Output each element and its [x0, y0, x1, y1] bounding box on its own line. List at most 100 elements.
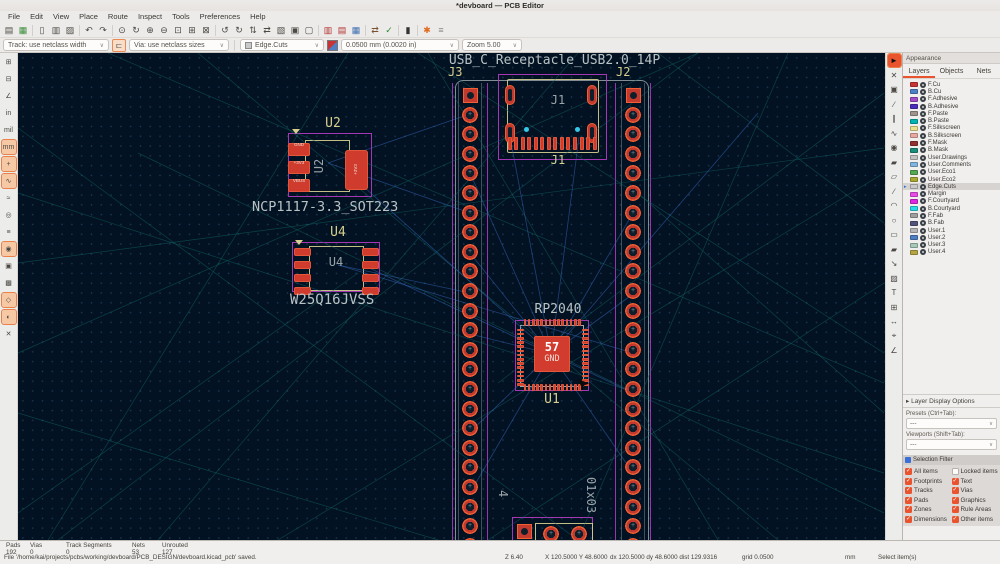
u1-pad[interactable]: [517, 350, 524, 353]
filter-tracks[interactable]: ✓Tracks: [905, 487, 952, 494]
layer-color-swatch[interactable]: [910, 162, 918, 167]
footprint-editor-button[interactable]: ▥: [322, 24, 335, 37]
layer-visibility-eye-icon[interactable]: [920, 162, 926, 168]
j2-pad[interactable]: [625, 303, 641, 319]
j3-pad[interactable]: [462, 440, 478, 456]
menu-help[interactable]: Help: [245, 11, 270, 23]
layer-row-f-cu[interactable]: F.Cu: [903, 81, 1000, 88]
layer-visibility-eye-icon[interactable]: [920, 213, 926, 219]
filter-vias[interactable]: ✓Vias: [952, 487, 999, 494]
u4-pad[interactable]: [362, 274, 379, 282]
checkbox-checked-icon[interactable]: ✓: [952, 516, 959, 523]
u1-pad[interactable]: [517, 337, 524, 340]
u2-pad-2[interactable]: +3V3: [288, 161, 310, 174]
u1-pad[interactable]: [532, 319, 535, 326]
j3-pad[interactable]: [462, 538, 478, 540]
tab-nets[interactable]: Nets: [968, 64, 1000, 78]
j3-pad[interactable]: [462, 479, 478, 495]
u1-pad[interactable]: [524, 319, 527, 326]
layer-visibility-eye-icon[interactable]: [920, 82, 926, 88]
zoom-in-button[interactable]: ⊕: [144, 24, 157, 37]
rule-area-tool-button[interactable]: ▱: [888, 170, 901, 183]
layer-row-user-4[interactable]: User.4: [903, 249, 1000, 256]
j2-pad[interactable]: [625, 381, 641, 397]
layer-row-b-fab[interactable]: B.Fab: [903, 220, 1000, 227]
u1-pad[interactable]: [582, 337, 589, 340]
j3-pad[interactable]: [462, 185, 478, 201]
j2-pad[interactable]: [625, 263, 641, 279]
track-width-select[interactable]: Track: use netclass width ∨: [3, 39, 109, 51]
layer-color-swatch[interactable]: [910, 192, 918, 197]
j2-pad[interactable]: [625, 224, 641, 240]
tab-objects[interactable]: Objects: [935, 64, 967, 78]
menu-preferences[interactable]: Preferences: [195, 11, 245, 23]
u4-pad[interactable]: [294, 261, 311, 269]
u1-pad[interactable]: [536, 384, 539, 391]
filter-other-items[interactable]: ✓Other items: [952, 516, 999, 523]
grid-settings-button[interactable]: ⊟: [2, 72, 16, 86]
u1-pad[interactable]: [578, 319, 581, 326]
j3-pad[interactable]: [462, 420, 478, 436]
j2-pad[interactable]: [625, 146, 641, 162]
j3-pad[interactable]: [462, 361, 478, 377]
layer-visibility-eye-icon[interactable]: [920, 140, 926, 146]
circle-tool-button[interactable]: ○: [888, 214, 901, 227]
u1-pad[interactable]: [545, 319, 548, 326]
checkbox-checked-icon[interactable]: ✓: [952, 506, 959, 513]
show-ratsnest-button[interactable]: ∿: [2, 174, 16, 188]
layer-color-swatch[interactable]: [910, 228, 918, 233]
layer-visibility-eye-icon[interactable]: [920, 184, 926, 190]
select-tool-button[interactable]: ►: [888, 54, 901, 67]
j3-pad-1[interactable]: [463, 88, 478, 103]
j3-pad[interactable]: [462, 205, 478, 221]
u1-pad[interactable]: [517, 329, 524, 332]
j3-pad[interactable]: [462, 244, 478, 260]
sketch-vias-button[interactable]: ◉: [2, 242, 16, 256]
route-diff-pair-tool-button[interactable]: ∥: [888, 112, 901, 125]
u2-tab-pad[interactable]: +3V3: [345, 150, 368, 190]
usb-smd-pad[interactable]: [580, 137, 584, 150]
layer-visibility-eye-icon[interactable]: [920, 198, 926, 204]
j2-pad[interactable]: [625, 244, 641, 260]
presets-select[interactable]: --- ∨: [906, 418, 997, 429]
usb-smd-pad[interactable]: [540, 137, 544, 150]
u4-pad[interactable]: [294, 274, 311, 282]
rectangle-tool-button[interactable]: ▭: [888, 228, 901, 241]
filter-all-items[interactable]: ✓All items: [905, 468, 952, 475]
menu-file[interactable]: File: [3, 11, 25, 23]
layer-display-options[interactable]: ▸ Layer Display Options: [903, 394, 1000, 408]
u1-pad[interactable]: [553, 319, 556, 326]
print-button[interactable]: ▥: [50, 24, 63, 37]
layer-color-swatch[interactable]: [910, 82, 918, 87]
u1-pad[interactable]: [582, 341, 589, 344]
j2-pad[interactable]: [625, 401, 641, 417]
line-tool-button[interactable]: ∕: [888, 185, 901, 198]
j2-pad[interactable]: [625, 165, 641, 181]
j2-pad[interactable]: [625, 499, 641, 515]
u1-pad[interactable]: [582, 358, 589, 361]
layer-visibility-eye-icon[interactable]: [920, 155, 926, 161]
layer-color-swatch[interactable]: [910, 199, 918, 204]
layer-row-b-paste[interactable]: B.Paste: [903, 117, 1000, 124]
j2-pad[interactable]: [625, 185, 641, 201]
u1-pad[interactable]: [540, 319, 543, 326]
layer-visibility-eye-icon[interactable]: [920, 125, 926, 131]
layer-row-b-cu[interactable]: B.Cu: [903, 88, 1000, 95]
u1-pad[interactable]: [574, 319, 577, 326]
route-track-tool-button[interactable]: ∕: [888, 98, 901, 111]
layer-color-swatch[interactable]: [910, 119, 918, 124]
plugin-button[interactable]: ✱: [421, 24, 434, 37]
j3-pad[interactable]: [462, 126, 478, 142]
checkbox-unchecked-icon[interactable]: [952, 468, 959, 475]
j2-pad[interactable]: [625, 322, 641, 338]
layer-row-edge-cuts[interactable]: ▸Edge.Cuts: [903, 183, 1000, 190]
j2-pad[interactable]: [625, 205, 641, 221]
units-inches-button[interactable]: in: [2, 106, 16, 120]
u4-pad[interactable]: [294, 248, 311, 256]
filter-locked-items[interactable]: Locked items: [952, 468, 999, 475]
layer-visibility-eye-icon[interactable]: [920, 111, 926, 117]
dimension-tool-button[interactable]: ↔: [888, 315, 901, 328]
layer-row-user-eco2[interactable]: User.Eco2: [903, 176, 1000, 183]
j4-pad[interactable]: [571, 526, 587, 540]
usb-smd-pad[interactable]: [573, 137, 577, 150]
